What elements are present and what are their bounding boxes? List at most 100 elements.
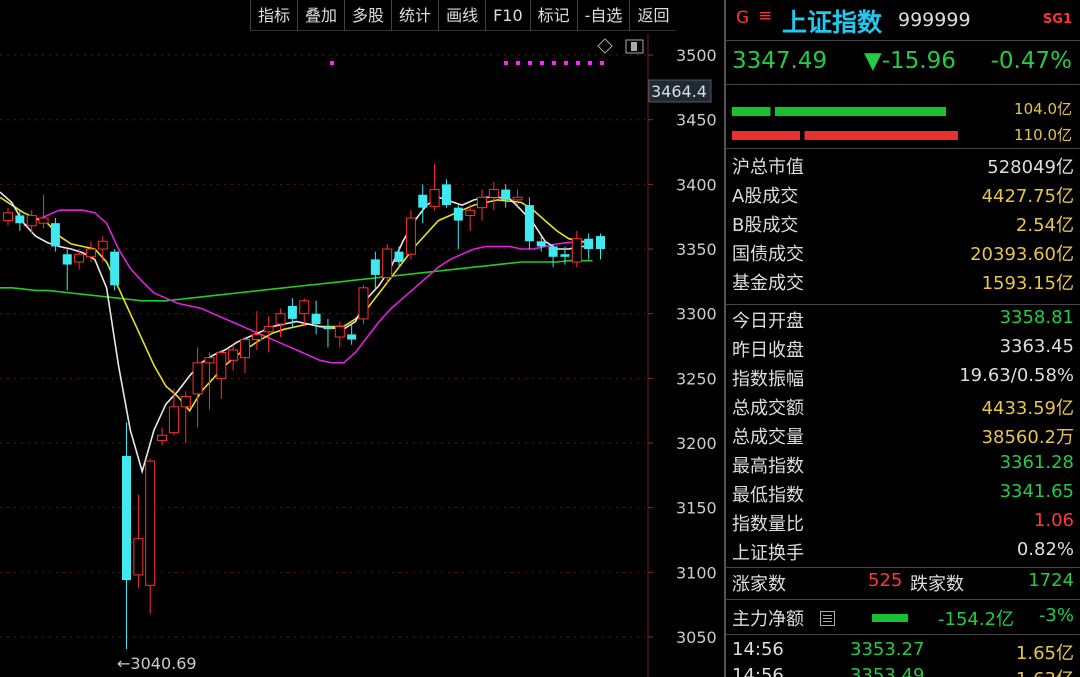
stat-value: 528049亿 xyxy=(987,157,1074,178)
kline-chart[interactable]: 3050 3100 3150 3200 3250 3300 3350 3400 3450 3500… xyxy=(0,0,724,677)
sell-volume-bar xyxy=(732,131,958,140)
candle-body xyxy=(122,455,131,581)
candle-body xyxy=(501,189,511,200)
tick-price: 3353.27 xyxy=(850,639,925,660)
toolbar-button-2[interactable]: 多股 xyxy=(344,0,391,31)
toolbar-button-4[interactable]: 画线 xyxy=(438,0,485,31)
candle-body xyxy=(299,300,310,315)
candle-body xyxy=(477,196,487,209)
main-flow-bar xyxy=(872,614,908,622)
signal-marker xyxy=(588,61,592,65)
candle-body xyxy=(97,240,108,250)
down-count: 1724 xyxy=(1028,570,1074,591)
stat-row: 总成交额 4433.59亿 xyxy=(726,392,1080,421)
list-icon[interactable] xyxy=(820,611,835,626)
signal-marker xyxy=(516,61,520,65)
main-flow-pct: -3% xyxy=(1038,605,1074,626)
signal-marker xyxy=(552,61,556,65)
stat-row: A股成交 4427.75亿 xyxy=(726,180,1080,209)
divider xyxy=(726,84,1080,85)
stat-row: 总成交量 38560.2万 xyxy=(726,421,1080,450)
candle-body xyxy=(145,460,156,586)
signal-marker xyxy=(330,61,334,65)
candle-body xyxy=(251,333,262,341)
candle-body xyxy=(323,326,333,330)
stat-label: 沪总市值 xyxy=(732,157,804,178)
y-tick-label: 3250 xyxy=(676,369,717,388)
stat-value: 2.54亿 xyxy=(1015,215,1074,236)
toolbar-button-8[interactable]: 返回 xyxy=(629,0,676,31)
low-annotation: ←3040.69 xyxy=(117,654,197,673)
up-count-label: 涨家数 xyxy=(732,574,786,595)
candle-body xyxy=(405,217,416,255)
index-name: 上证指数 xyxy=(782,8,883,37)
candle-body xyxy=(548,246,558,257)
divider xyxy=(726,148,1080,149)
signal-marker xyxy=(528,61,532,65)
toolbar-button-3[interactable]: 统计 xyxy=(391,0,438,31)
group-g-label[interactable]: G xyxy=(736,8,749,28)
stat-label: 指数量比 xyxy=(732,514,804,535)
up-count: 525 xyxy=(868,570,903,591)
stat-value: 3363.45 xyxy=(999,336,1074,357)
stat-value: 3341.65 xyxy=(999,481,1074,502)
candle-body xyxy=(50,223,60,247)
toolbar-button-6[interactable]: 标记 xyxy=(529,0,577,31)
candle-body xyxy=(38,217,49,224)
candle-body xyxy=(571,238,582,263)
tick-row: 14:56 3353.49 1.63亿 xyxy=(726,663,1080,677)
signal-marker xyxy=(540,61,544,65)
stat-row: 指数振幅 19.63/0.58% xyxy=(726,363,1080,392)
crosshair-value: 3464.4 xyxy=(651,82,707,101)
candle-body xyxy=(204,357,215,364)
toolbar-button-1[interactable]: 叠加 xyxy=(297,0,344,31)
ma-magenta-line xyxy=(23,209,593,364)
candle-body xyxy=(275,313,286,325)
main-flow-value: -154.2亿 xyxy=(938,609,1015,630)
stat-label: 国债成交 xyxy=(732,244,804,265)
stat-row: B股成交 2.54亿 xyxy=(726,209,1080,238)
candle-body xyxy=(168,406,179,434)
y-tick-label: 3350 xyxy=(676,240,717,259)
toolbar-button-7[interactable]: -自选 xyxy=(576,0,630,31)
price-change-pct: -0.47% xyxy=(990,48,1072,74)
candle-body xyxy=(85,248,96,258)
stat-label: A股成交 xyxy=(732,186,799,207)
candle-body xyxy=(536,241,546,247)
signal-marker xyxy=(504,61,508,65)
stat-row: 国债成交 20393.60亿 xyxy=(726,238,1080,267)
stat-row: 沪总市值 528049亿 xyxy=(726,151,1080,180)
toolbar-button-0[interactable]: 指标 xyxy=(250,0,297,31)
candle-body xyxy=(465,209,476,216)
stat-row: 基金成交 1593.15亿 xyxy=(726,267,1080,296)
candle-body xyxy=(347,334,357,340)
tick-price: 3353.49 xyxy=(850,665,925,677)
toolbar-button-5[interactable]: F10 xyxy=(485,0,530,31)
window-icon-fill xyxy=(631,42,637,51)
candle-body xyxy=(429,189,440,207)
sell-volume-label: 110.0亿 xyxy=(1014,126,1072,144)
candle-body xyxy=(596,236,605,250)
stat-label: 总成交额 xyxy=(732,398,804,419)
candle-body xyxy=(192,362,203,395)
y-tick-label: 3300 xyxy=(676,305,717,324)
kline-chart-area[interactable]: 3050 3100 3150 3200 3250 3300 3350 3400 3450 3500… xyxy=(0,0,724,677)
tick-time: 14:56 xyxy=(732,639,784,660)
candle-body xyxy=(394,251,404,262)
candle-body xyxy=(441,184,451,206)
y-tick-label: 3100 xyxy=(676,563,717,582)
signal-marker xyxy=(600,61,604,65)
candle-body xyxy=(334,326,345,338)
y-tick-label: 3200 xyxy=(676,434,717,453)
ma-green-line xyxy=(0,259,593,302)
stat-label: 指数振幅 xyxy=(732,369,804,390)
stat-label: 基金成交 xyxy=(732,273,804,294)
signal-marker xyxy=(564,61,568,65)
menu-icon[interactable]: ≡ xyxy=(758,6,772,26)
stat-value: 1.06 xyxy=(1033,510,1074,531)
toolbar: 指标 叠加 多股 统计 画线 F10 标记 -自选 返回 xyxy=(250,0,677,31)
candle-body xyxy=(512,196,523,201)
candle-body xyxy=(110,251,120,286)
stat-value: 4427.75亿 xyxy=(981,186,1074,207)
stat-row: 指数量比 1.06 xyxy=(726,508,1080,537)
